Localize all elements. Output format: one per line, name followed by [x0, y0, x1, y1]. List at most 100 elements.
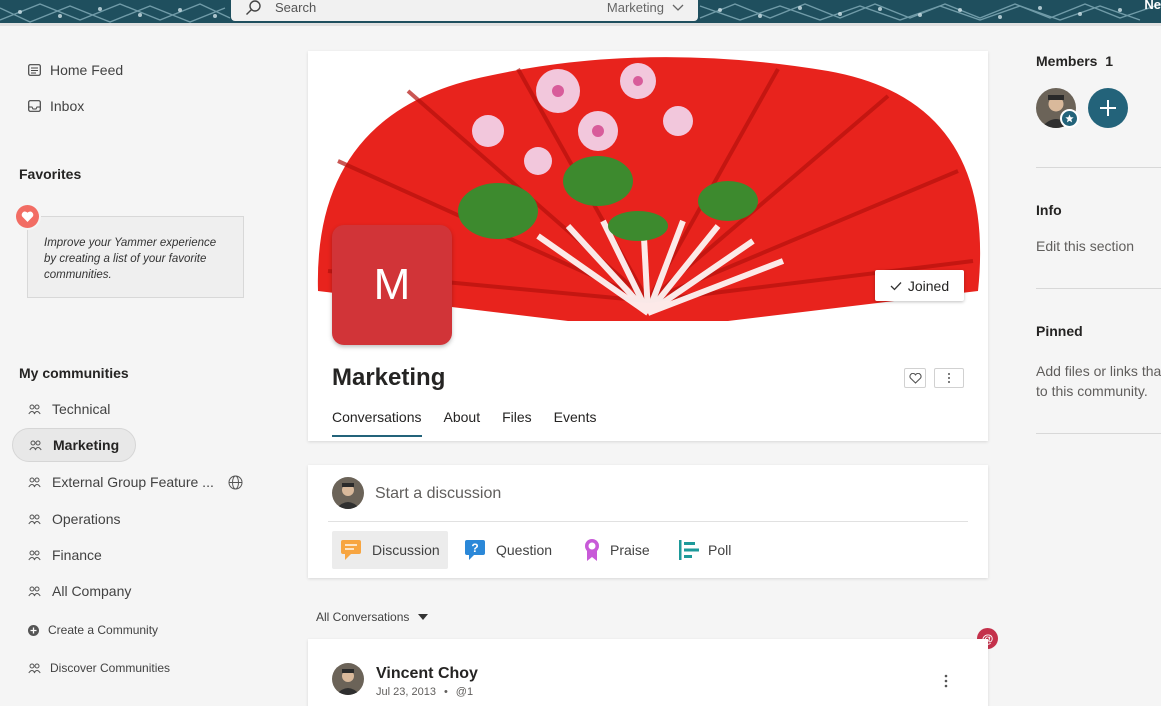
search-icon — [246, 0, 261, 15]
question-icon: ? — [465, 540, 485, 560]
discover-communities-link[interactable]: Discover Communities — [28, 661, 170, 675]
my-communities-heading: My communities — [19, 365, 129, 381]
favorites-hint-box: Improve your Yammer experience by creati… — [27, 216, 244, 298]
nav-inbox-label: Inbox — [50, 98, 85, 114]
author-avatar[interactable] — [332, 663, 364, 695]
favorites-hint-text: Improve your Yammer experience by creati… — [44, 237, 217, 281]
community-icon — [28, 514, 41, 524]
search-scope-dropdown[interactable]: Marketing — [607, 0, 684, 15]
poll-icon — [679, 540, 699, 560]
community-icon — [28, 663, 41, 673]
heart-icon — [16, 205, 39, 228]
post-author-name[interactable]: Vincent Choy — [376, 665, 478, 683]
tab-files[interactable]: Files — [502, 409, 532, 437]
divider — [1036, 433, 1161, 434]
add-member-button[interactable] — [1088, 88, 1128, 128]
more-options-button[interactable] — [934, 368, 964, 388]
community-item-marketing[interactable]: Marketing — [12, 428, 136, 462]
tab-events[interactable]: Events — [554, 409, 597, 437]
members-count: 1 — [1105, 53, 1114, 69]
pinned-hint-line-2[interactable]: to this community. — [1036, 381, 1148, 401]
admin-star-icon — [1060, 109, 1079, 128]
conversation-filter-dropdown[interactable]: All Conversations — [316, 610, 429, 624]
more-vertical-icon[interactable] — [944, 674, 948, 688]
start-discussion-input[interactable]: Start a discussion — [375, 485, 501, 503]
divider — [1036, 167, 1161, 168]
community-icon — [28, 550, 41, 560]
community-icon — [29, 440, 42, 450]
info-heading: Info — [1036, 202, 1062, 218]
meta-separator: • — [443, 686, 448, 698]
search-scope-label: Marketing — [606, 0, 664, 15]
home-feed-icon — [28, 64, 41, 76]
tab-conversations[interactable]: Conversations — [332, 409, 422, 437]
members-title: Members — [1036, 53, 1098, 69]
globe-icon — [228, 475, 243, 489]
community-item-technical[interactable]: Technical — [24, 392, 110, 426]
group-tabs: Conversations About Files Events — [332, 409, 618, 437]
joined-button[interactable]: Joined — [875, 270, 964, 301]
heart-outline-icon — [908, 372, 922, 384]
composer-card: Start a discussion Discussion ? Question… — [308, 465, 988, 578]
chevron-down-icon — [672, 4, 684, 11]
community-icon — [28, 586, 41, 596]
community-label: All Company — [52, 583, 132, 599]
community-label: External Group Feature ... — [52, 474, 214, 490]
community-item-external-group[interactable]: External Group Feature ... — [24, 465, 243, 499]
question-label: Question — [496, 542, 553, 558]
nav-home-feed-label: Home Feed — [50, 62, 124, 78]
group-title: Marketing — [332, 364, 446, 391]
discussion-icon — [341, 540, 361, 560]
praise-type-button[interactable]: Praise — [574, 531, 658, 569]
caret-down-icon — [418, 614, 429, 620]
community-label: Marketing — [53, 437, 120, 453]
nav-home-feed[interactable]: Home Feed — [28, 62, 123, 78]
search-input[interactable]: Search — [275, 0, 607, 15]
search-box[interactable]: Search Marketing — [231, 0, 698, 21]
composer-divider — [328, 521, 968, 522]
favorite-button[interactable] — [904, 368, 926, 388]
post-mention-count: @1 — [455, 686, 474, 698]
question-type-button[interactable]: ? Question — [456, 531, 560, 569]
community-label: Technical — [52, 401, 111, 417]
praise-label: Praise — [610, 542, 650, 558]
nav-inbox[interactable]: Inbox — [28, 98, 84, 114]
user-avatar — [332, 477, 364, 509]
tab-about[interactable]: About — [444, 409, 481, 437]
post-meta: Jul 23, 2013 • @1 — [376, 686, 473, 698]
joined-label: Joined — [907, 277, 950, 294]
divider — [1036, 288, 1161, 289]
members-heading: Members 1 — [1036, 53, 1113, 69]
pinned-heading: Pinned — [1036, 323, 1083, 339]
praise-icon — [585, 539, 599, 561]
svg-text:?: ? — [471, 541, 478, 555]
create-community-link[interactable]: Create a Community — [28, 623, 158, 637]
community-item-operations[interactable]: Operations — [24, 502, 120, 536]
group-avatar: M — [332, 225, 452, 345]
community-item-finance[interactable]: Finance — [24, 538, 102, 572]
favorites-heading: Favorites — [19, 166, 82, 182]
header-new-label[interactable]: Ne — [1144, 0, 1161, 12]
poll-label: Poll — [708, 542, 732, 558]
more-vertical-icon — [948, 373, 950, 383]
conversation-filter-label: All Conversations — [316, 610, 410, 624]
right-sidebar: Members 1 Info Edit this section Pinned … — [1036, 26, 1161, 706]
plus-circle-icon — [28, 624, 39, 636]
community-label: Finance — [52, 547, 102, 563]
discover-communities-label: Discover Communities — [50, 661, 171, 675]
create-community-label: Create a Community — [48, 623, 159, 637]
discussion-type-button[interactable]: Discussion — [332, 531, 448, 569]
edit-info-link[interactable]: Edit this section — [1036, 236, 1134, 256]
community-item-all-company[interactable]: All Company — [24, 574, 131, 608]
post-card: Vincent Choy Jul 23, 2013 • @1 — [308, 639, 988, 706]
group-header-card: M Joined Marketing Conversations About F… — [308, 51, 988, 441]
checkmark-icon — [890, 281, 902, 290]
top-header: Search Marketing Ne — [0, 0, 1161, 26]
poll-type-button[interactable]: Poll — [670, 531, 739, 569]
community-label: Operations — [52, 511, 121, 527]
community-icon — [28, 477, 41, 487]
inbox-icon — [28, 100, 41, 112]
post-date[interactable]: Jul 23, 2013 — [376, 686, 436, 698]
pinned-hint-line-1[interactable]: Add files or links tha — [1036, 361, 1161, 381]
left-navigation: Home Feed Inbox Favorites Improve your Y… — [0, 26, 290, 706]
